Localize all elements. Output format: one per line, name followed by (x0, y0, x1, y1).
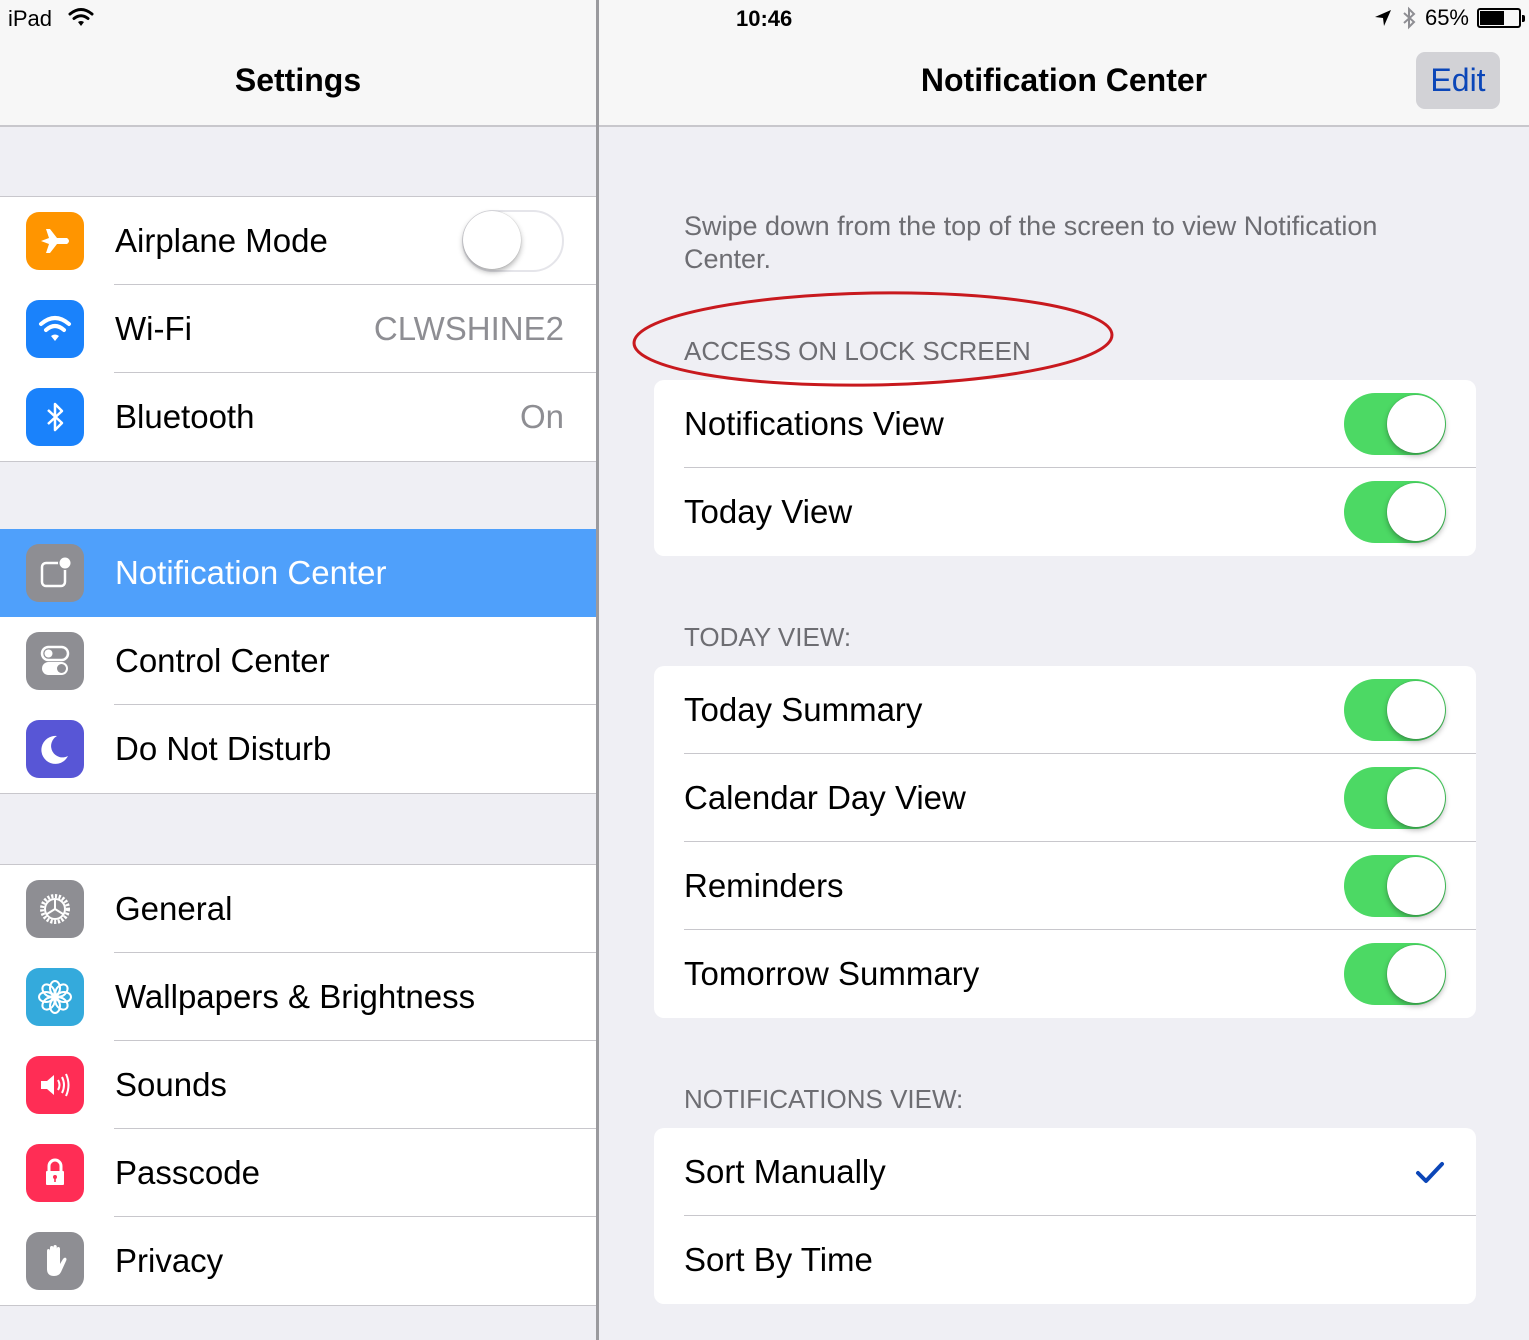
settings-title: Settings (234, 62, 362, 98)
sidebar-item-label: Wallpapers & Brightness (115, 978, 476, 1015)
settings-group-notifications: Notification Center Control Center Do No… (0, 529, 596, 794)
reminders-toggle[interactable] (1344, 855, 1446, 917)
sidebar-item-label: Passcode (115, 1154, 260, 1191)
page-title: Notification Center (920, 62, 1208, 98)
sidebar-item-privacy[interactable]: Privacy (0, 1217, 596, 1305)
section-header-today-view: TODAY VIEW: (684, 622, 852, 652)
sidebar-item-label: Airplane Mode (115, 222, 328, 259)
sidebar-item-label: General (115, 890, 233, 927)
today-summary-toggle[interactable] (1344, 679, 1446, 741)
airplane-mode-toggle[interactable] (462, 210, 564, 272)
setting-row-reminders: Reminders (654, 842, 1476, 930)
checkmark-icon (1416, 1162, 1444, 1183)
hand-icon (26, 1232, 84, 1290)
sidebar-item-bluetooth[interactable]: Bluetooth On (0, 373, 596, 461)
sidebar-item-label: Bluetooth (115, 398, 255, 435)
today-view-card: Today Summary Calendar Day View Reminder… (654, 666, 1476, 1018)
setting-row-notifications-view: Notifications View (654, 380, 1476, 468)
setting-label: Sort Manually (684, 1153, 886, 1190)
battery-level-fill (1480, 11, 1504, 25)
lock-icon (26, 1144, 84, 1202)
sidebar-item-airplane-mode[interactable]: Airplane Mode (0, 197, 596, 285)
moon-icon (26, 720, 84, 778)
tomorrow-summary-toggle[interactable] (1344, 943, 1446, 1005)
wifi-network-value: CLWSHINE2 (373, 310, 564, 347)
sidebar-item-label: Do Not Disturb (115, 730, 332, 767)
section-header-lock-screen: ACCESS ON LOCK SCREEN (684, 336, 1031, 366)
airplane-icon (26, 212, 84, 270)
sidebar-item-label: Control Center (115, 642, 330, 679)
lock-screen-access-card: Notifications View Today View (654, 380, 1476, 556)
sidebar-item-label: Wi-Fi (115, 310, 192, 347)
setting-label: Reminders (684, 867, 844, 904)
split-view-divider (596, 0, 599, 1340)
wifi-icon (26, 300, 84, 358)
setting-label: Today Summary (684, 691, 923, 728)
sidebar-item-general[interactable]: General (0, 865, 596, 953)
setting-label: Tomorrow Summary (684, 955, 980, 992)
ipad-screen: Settings Airplane Mode Wi-Fi CLWSHINE2 B… (0, 0, 1529, 1340)
sort-option-manually[interactable]: Sort Manually (654, 1128, 1476, 1216)
notification-center-detail-pane: Notification Center Edit Swipe down from… (599, 0, 1529, 1340)
sidebar-item-notification-center[interactable]: Notification Center (0, 529, 596, 617)
location-arrow-icon (1374, 10, 1391, 26)
edit-button[interactable]: Edit (1416, 52, 1500, 109)
swipe-instruction-text: Swipe down from the top of the screen to… (684, 211, 1378, 274)
setting-row-today-summary: Today Summary (654, 666, 1476, 754)
settings-group-connectivity: Airplane Mode Wi-Fi CLWSHINE2 Bluetooth … (0, 196, 596, 462)
settings-group-general: General Wallpapers & Brightness Sounds P… (0, 864, 596, 1306)
sidebar-item-label: Privacy (115, 1242, 224, 1279)
section-header-notifications-view: NOTIFICATIONS VIEW: (684, 1084, 964, 1114)
notifications-sort-card: Sort Manually Sort By Time (654, 1128, 1476, 1304)
battery-percent: 65% (1424, 5, 1469, 30)
setting-label: Sort By Time (684, 1241, 873, 1278)
settings-master-pane: Settings Airplane Mode Wi-Fi CLWSHINE2 B… (0, 0, 596, 1340)
bluetooth-icon (1403, 6, 1416, 30)
gear-icon (26, 880, 84, 938)
status-right-icons: 65% (1373, 5, 1525, 31)
sidebar-item-do-not-disturb[interactable]: Do Not Disturb (0, 705, 596, 793)
speaker-icon (26, 1056, 84, 1114)
status-bar: iPad 10:46 65% (0, 0, 1529, 40)
sidebar-item-wallpapers-brightness[interactable]: Wallpapers & Brightness (0, 953, 596, 1041)
bluetooth-icon (26, 388, 84, 446)
control-center-icon (26, 632, 84, 690)
setting-label: Calendar Day View (684, 779, 966, 816)
flower-icon (26, 968, 84, 1026)
sidebar-item-sounds[interactable]: Sounds (0, 1041, 596, 1129)
setting-row-calendar-day-view: Calendar Day View (654, 754, 1476, 842)
sidebar-item-control-center[interactable]: Control Center (0, 617, 596, 705)
notification-center-icon (26, 544, 84, 602)
sidebar-item-wifi[interactable]: Wi-Fi CLWSHINE2 (0, 285, 596, 373)
calendar-day-view-toggle[interactable] (1344, 767, 1446, 829)
bluetooth-status-value: On (519, 398, 564, 435)
sort-option-by-time[interactable]: Sort By Time (654, 1216, 1476, 1304)
sidebar-item-passcode[interactable]: Passcode (0, 1129, 596, 1217)
today-view-toggle[interactable] (1344, 481, 1446, 543)
setting-label: Notifications View (684, 405, 944, 442)
sidebar-item-label: Notification Center (115, 554, 387, 591)
setting-row-tomorrow-summary: Tomorrow Summary (654, 930, 1476, 1018)
battery-icon (1477, 8, 1525, 28)
notifications-view-toggle[interactable] (1344, 393, 1446, 455)
setting-label: Today View (684, 493, 853, 530)
status-time: 10:46 (736, 6, 793, 31)
sidebar-item-label: Sounds (115, 1066, 227, 1103)
setting-row-today-view: Today View (654, 468, 1476, 556)
